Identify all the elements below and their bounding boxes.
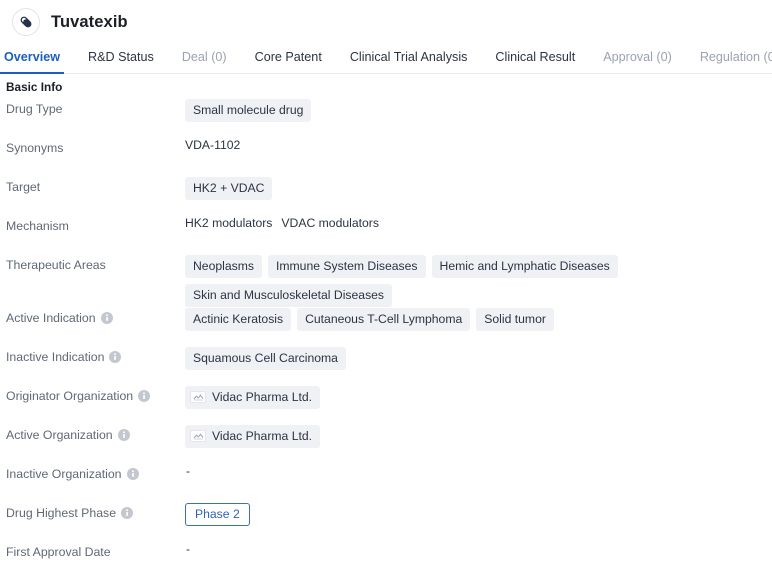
label-text: Inactive Organization — [6, 467, 122, 482]
tab-clinical-trial-analysis[interactable]: Clinical Trial Analysis — [350, 51, 468, 73]
row-label-drug-type: Drug Type — [6, 98, 185, 117]
row-mechanism: Mechanism HK2 modulators VDAC modulators — [0, 215, 772, 254]
row-active-indication: Active Indication Actinic Keratosis Cutane… — [0, 307, 772, 346]
row-value-mechanism: HK2 modulators VDAC modulators — [185, 215, 772, 231]
section-title-basic-info: Basic Info — [6, 80, 63, 94]
row-value-inactive-indication: Squamous Cell Carcinoma — [185, 346, 772, 371]
tab-approval-0[interactable]: Approval (0) — [603, 51, 672, 73]
row-value-active-organization: Vidac Pharma Ltd. — [185, 424, 772, 449]
tab-core-patent[interactable]: Core Patent — [255, 51, 322, 73]
row-label-inactive-organization: Inactive Organization — [6, 463, 185, 482]
label-text: Therapeutic Areas — [6, 258, 106, 272]
organization-name: Vidac Pharma Ltd. — [212, 429, 313, 444]
row-target: Target HK2 + VDAC — [0, 176, 772, 215]
phase-badge[interactable]: Phase 2 — [185, 503, 250, 527]
drug-detail-page: Tuvatexib Overview R&D Status Deal (0) Core… — [0, 0, 772, 563]
tag[interactable]: Actinic Keratosis — [185, 308, 292, 332]
row-synonyms: Synonyms VDA-1102 — [0, 137, 772, 176]
tag[interactable]: Immune System Diseases — [267, 255, 426, 279]
row-value-inactive-organization: - — [185, 463, 772, 478]
tab-regulation-0[interactable]: Regulation (0) — [700, 51, 772, 73]
empty-value: - — [186, 464, 191, 479]
page-title: Tuvatexib — [51, 12, 128, 31]
value-text: VDA-1102 — [185, 138, 241, 152]
row-therapeutic-areas: Therapeutic Areas Neoplasms Immune System … — [0, 254, 772, 308]
label-text: Inactive Indication — [6, 350, 105, 365]
row-drug-highest-phase: Drug Highest Phase Phase 2 — [0, 502, 772, 541]
info-icon[interactable] — [117, 429, 130, 442]
info-icon[interactable] — [109, 351, 122, 364]
tag[interactable]: HK2 + VDAC — [185, 177, 273, 201]
row-value-active-indication: Actinic Keratosis Cutaneous T-Cell Lympho… — [185, 307, 772, 332]
label-text: Drug Highest Phase — [6, 506, 117, 521]
label-text: Drug Type — [6, 102, 63, 116]
value-text: VDAC modulators — [281, 216, 379, 230]
row-label-active-indication: Active Indication — [6, 307, 185, 326]
row-value-synonyms: VDA-1102 — [185, 137, 772, 153]
label-text: Active Indication — [6, 311, 96, 326]
row-label-target: Target — [6, 176, 185, 195]
row-inactive-organization: Inactive Organization - — [0, 463, 772, 502]
row-label-mechanism: Mechanism — [6, 215, 185, 234]
row-label-synonyms: Synonyms — [6, 137, 185, 156]
tag[interactable]: Small molecule drug — [185, 99, 312, 123]
row-label-active-organization: Active Organization — [6, 424, 185, 443]
row-drug-type: Drug Type Small molecule drug — [0, 98, 772, 137]
tab-r-d-status[interactable]: R&D Status — [88, 51, 154, 73]
label-text: Mechanism — [6, 219, 69, 233]
row-first-approval-date: First Approval Date - — [0, 541, 772, 563]
pill-icon — [12, 8, 40, 36]
organization-name: Vidac Pharma Ltd. — [212, 390, 313, 405]
tab-bar: Overview R&D Status Deal (0) Core Patent Cli… — [0, 44, 772, 74]
info-icon[interactable] — [121, 507, 134, 520]
label-text: Target — [6, 180, 41, 194]
organization-tag[interactable]: Vidac Pharma Ltd. — [185, 425, 321, 449]
page-header: Tuvatexib — [0, 0, 772, 44]
tag[interactable]: Skin and Musculoskeletal Diseases — [185, 284, 393, 308]
row-active-organization: Active Organization Vidac Pharma Ltd. — [0, 424, 772, 463]
tag[interactable]: Solid tumor — [476, 308, 554, 332]
organization-tag[interactable]: Vidac Pharma Ltd. — [185, 386, 321, 410]
row-value-originator-organization: Vidac Pharma Ltd. — [185, 385, 772, 410]
row-label-inactive-indication: Inactive Indication — [6, 346, 185, 365]
label-text: Synonyms — [6, 141, 64, 155]
label-text: Originator Organization — [6, 389, 134, 404]
info-icon[interactable] — [126, 468, 139, 481]
row-inactive-indication: Inactive Indication Squamous Cell Carcino… — [0, 346, 772, 385]
value-text: HK2 modulators — [185, 216, 273, 230]
row-originator-organization: Originator Organization Vidac Pharma Ltd. — [0, 385, 772, 424]
row-label-originator-organization: Originator Organization — [6, 385, 185, 404]
tag[interactable]: Neoplasms — [185, 255, 262, 279]
row-value-therapeutic-areas: Neoplasms Immune System Diseases Hemic and… — [185, 254, 772, 308]
label-text: First Approval Date — [6, 545, 111, 560]
tab-clinical-result[interactable]: Clinical Result — [495, 51, 575, 73]
row-label-drug-highest-phase: Drug Highest Phase — [6, 502, 185, 521]
basic-info-rows: Drug Type Small molecule drug Synonyms VDA-… — [0, 96, 772, 563]
row-value-target: HK2 + VDAC — [185, 176, 772, 201]
info-icon[interactable] — [138, 390, 151, 403]
row-value-first-approval-date: - — [185, 541, 772, 556]
row-value-drug-highest-phase: Phase 2 — [185, 502, 772, 527]
row-label-first-approval-date: First Approval Date — [6, 541, 185, 560]
tab-deal-0[interactable]: Deal (0) — [182, 51, 227, 73]
row-label-therapeutic-areas: Therapeutic Areas — [6, 254, 185, 273]
empty-value: - — [186, 542, 191, 557]
tag[interactable]: Hemic and Lymphatic Diseases — [431, 255, 618, 279]
row-value-drug-type: Small molecule drug — [185, 98, 772, 123]
tag[interactable]: Cutaneous T-Cell Lymphoma — [297, 308, 471, 332]
tab-overview[interactable]: Overview — [0, 51, 65, 74]
organization-logo-icon — [190, 391, 206, 404]
info-icon[interactable] — [100, 312, 113, 325]
organization-logo-icon — [190, 430, 206, 443]
tag[interactable]: Squamous Cell Carcinoma — [185, 347, 346, 371]
label-text: Active Organization — [6, 428, 113, 443]
